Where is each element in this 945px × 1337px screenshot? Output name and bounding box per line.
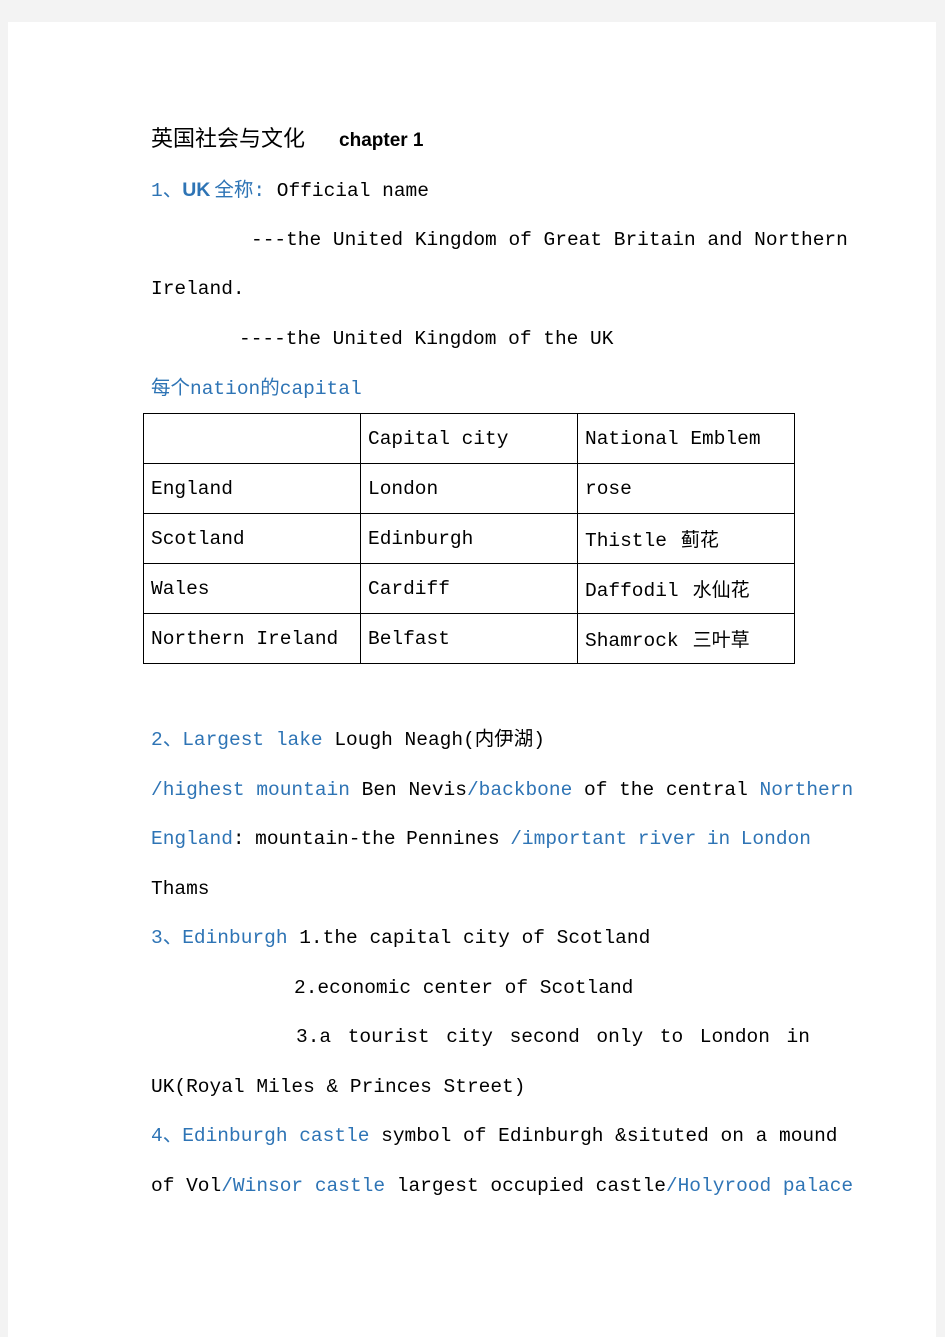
- england-colon: England:: [151, 827, 245, 851]
- nation-cell: Wales: [143, 563, 361, 614]
- backbone-text: of the central: [572, 779, 760, 801]
- nation-cell: Scotland: [143, 513, 361, 564]
- vol-text: of Vol: [151, 1175, 222, 1197]
- section-2-line-2-text: /highest mountain Ben Nevis/backbone of …: [151, 778, 853, 802]
- section-3-item-2: 2.economic center of Scotland: [294, 977, 634, 999]
- nation-cell: England: [143, 463, 361, 514]
- word: London: [699, 1026, 770, 1048]
- section-4-line-1: 4、Edinburgh castle symbol of Edinburgh &…: [151, 1124, 838, 1148]
- header-cell-emblem: National Emblem: [577, 413, 795, 464]
- capital-cell: Belfast: [360, 613, 578, 664]
- emblem-en: rose: [585, 478, 632, 500]
- table-row: England London rose: [143, 463, 795, 514]
- header-cell-capital: Capital city: [360, 413, 578, 464]
- word: city: [446, 1026, 493, 1048]
- section-1-colon: :: [253, 180, 277, 202]
- emblem-en: Daffodil: [585, 580, 679, 602]
- section-3-item-3: 3.a tourist city second only to London i…: [296, 1025, 810, 1049]
- section-2-line-3: England: mountain-the Pennines /importan…: [151, 827, 811, 851]
- capital-cell: Edinburgh: [360, 513, 578, 564]
- word: in: [706, 828, 731, 850]
- section-1-text: Official name: [276, 180, 429, 202]
- capital-cell: Cardiff: [360, 563, 578, 614]
- word: 3.a: [296, 1026, 332, 1048]
- section-2-line-2: /highest mountain Ben Nevis/backbone of …: [151, 778, 853, 802]
- section-3-label: Edinburgh: [182, 927, 288, 949]
- emblem-cell: Thistle 蓟花: [577, 513, 795, 564]
- word: only: [596, 1026, 644, 1048]
- emblem-cell: Shamrock 三叶草: [577, 613, 795, 664]
- section-2-label: Largest lake: [182, 729, 323, 751]
- winsor-castle-label: /Winsor castle: [221, 1175, 386, 1197]
- caption-part-3: 的: [260, 376, 280, 399]
- table-row: Northern Ireland Belfast Shamrock 三叶草: [143, 613, 795, 664]
- title-english: chapter 1: [339, 130, 424, 151]
- word: mountain-the: [255, 828, 396, 850]
- word: in: [786, 1026, 810, 1048]
- colon: :: [232, 828, 245, 850]
- section-1-heading: 1、UK 全称: Official name: [151, 178, 429, 203]
- word: London: [740, 828, 811, 850]
- word: tourist: [347, 1026, 430, 1048]
- word: river: [637, 828, 697, 850]
- section-1-full-name: ---the United Kingdom of Great Britain a…: [251, 229, 848, 251]
- section-3-line-1: 3、Edinburgh 1.the capital city of Scotla…: [151, 926, 650, 950]
- table-header-row: Capital city National Emblem: [143, 413, 795, 464]
- caption-part-2: nation: [190, 378, 261, 400]
- backbone-label: /backbone: [466, 779, 573, 801]
- section-1-full-name-cont: Ireland.: [151, 278, 245, 300]
- section-1-number: 1、: [151, 180, 183, 202]
- emblem-cn: 水仙花: [692, 579, 750, 601]
- caption-part-4: capital: [279, 378, 362, 400]
- emblem-cn: 蓟花: [680, 529, 719, 551]
- capital-cell: London: [360, 463, 578, 514]
- table-row: Scotland Edinburgh Thistle 蓟花: [143, 513, 795, 564]
- section-2-lake: Lough Neagh(内伊湖): [334, 729, 545, 751]
- document-title: 英国社会与文化 chapter 1: [151, 128, 424, 153]
- highest-mountain-value: Ben Nevis: [349, 779, 467, 801]
- northern-label: Northern: [759, 779, 854, 801]
- section-4-number: 4、: [151, 1125, 183, 1147]
- section-4-line-2: of Vol/Winsor castle largest occupied ca…: [151, 1174, 853, 1198]
- section-3-item-1: 1.the capital city of Scotland: [299, 927, 651, 949]
- nation-cell: Northern Ireland: [143, 613, 361, 664]
- emblem-cell: Daffodil 水仙花: [577, 563, 795, 614]
- emblem-en: Thistle: [585, 530, 667, 552]
- section-1-label-cn: 全称: [214, 178, 254, 201]
- section-2-line-1: 2、Largest lake Lough Neagh(内伊湖): [151, 728, 545, 752]
- caption-part-1: 每个: [151, 376, 191, 399]
- table-row: Wales Cardiff Daffodil 水仙花: [143, 563, 795, 614]
- holyrood-palace-label: /Holyrood palace: [665, 1175, 854, 1197]
- nations-table: Capital city National Emblem England Lon…: [143, 413, 795, 664]
- section-3-number: 3、: [151, 927, 183, 949]
- emblem-cn: 三叶草: [692, 629, 750, 651]
- word: Pennines: [406, 828, 500, 850]
- section-3-item-3-cont: UK(Royal Miles & Princes Street): [151, 1076, 526, 1098]
- section-2-river: Thams: [151, 878, 210, 900]
- emblem-cell: rose: [577, 463, 795, 514]
- title-chinese: 英国社会与文化: [151, 127, 306, 152]
- word: second: [509, 1026, 580, 1048]
- winsor-castle-text: largest occupied castle: [385, 1175, 666, 1197]
- section-2-number: 2、: [151, 729, 183, 751]
- table-caption: 每个nation的capital: [151, 376, 362, 401]
- england-label: England: [151, 828, 233, 850]
- highest-mountain-label: /highest mountain: [151, 779, 350, 801]
- word: /important: [510, 828, 628, 850]
- emblem-en: Shamrock: [585, 630, 679, 652]
- section-1-short-name: ----the United Kingdom of the UK: [239, 328, 614, 350]
- section-4-text: symbol of Edinburgh &situted on a mound: [369, 1125, 838, 1147]
- header-cell-empty: [143, 413, 361, 464]
- section-1-label-en: UK: [182, 179, 211, 201]
- word: to: [659, 1026, 684, 1048]
- section-4-label: Edinburgh castle: [182, 1125, 370, 1147]
